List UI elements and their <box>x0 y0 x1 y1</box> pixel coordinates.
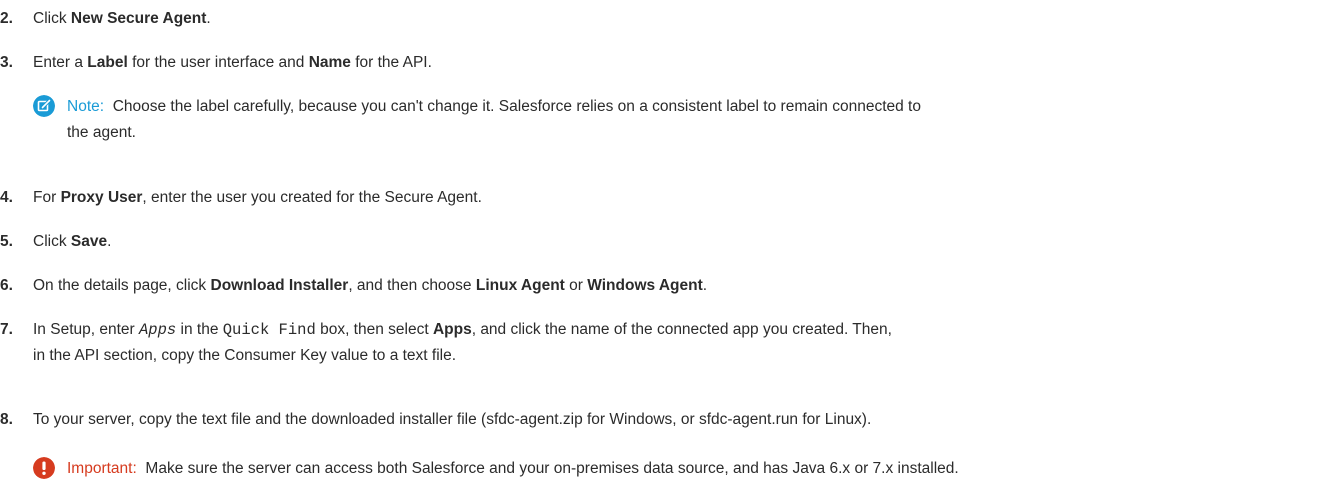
note-body: Choose the label carefully, because you … <box>112 98 921 115</box>
step-number: 2. <box>0 10 13 27</box>
note-text: Note: Choose the label carefully, becaus… <box>67 94 1303 146</box>
step-text-part: Click <box>33 233 71 250</box>
step-text: Click New Secure Agent. <box>33 6 1305 32</box>
step-text-part: for the API. <box>350 54 432 71</box>
step-text-part: To your server, copy the text file and t… <box>33 411 872 428</box>
step-number: 3. <box>0 54 13 71</box>
bold-term: Label <box>87 54 128 71</box>
important-label: Important: <box>67 460 137 477</box>
step-text-part: , and click the name of the connected ap… <box>471 321 892 338</box>
bold-term: Linux Agent <box>475 277 565 294</box>
step-3: 3. Enter a Label for the user interface … <box>0 50 1305 76</box>
code-term: Apps <box>139 321 177 339</box>
step-text: On the details page, click Download Inst… <box>33 273 1305 299</box>
step-number: 5. <box>0 233 13 250</box>
step-text-part: . <box>206 10 211 27</box>
bold-term: Name <box>308 54 351 71</box>
bold-term: Save <box>70 233 108 250</box>
warning-icon <box>33 457 55 479</box>
step-text-part: for the user interface and <box>127 54 309 71</box>
step-text-part: . <box>702 277 708 294</box>
step-text-part: or <box>564 277 588 294</box>
step-text: Enter a Label for the user interface and… <box>33 50 1305 76</box>
note-body: the agent. <box>67 124 136 141</box>
important-callout: Important: Make sure the server can acce… <box>33 456 1303 482</box>
step-number: 7. <box>0 321 13 338</box>
bold-term: Apps <box>432 321 472 338</box>
step-number: 4. <box>0 189 13 206</box>
step-2: 2. Click New Secure Agent. <box>0 6 1305 32</box>
important-text: Important: Make sure the server can acce… <box>67 456 1303 482</box>
step-text-part: , and then choose <box>348 277 476 294</box>
step-text: To your server, copy the text file and t… <box>33 407 1305 433</box>
step-number: 8. <box>0 411 13 428</box>
step-4: 4. For Proxy User, enter the user you cr… <box>0 185 1305 211</box>
step-text-part: . <box>107 233 112 250</box>
code-term: Quick Find <box>222 321 316 339</box>
step-text-part: in the <box>176 321 223 338</box>
important-body: Make sure the server can access both Sal… <box>145 460 959 477</box>
step-8: 8. To your server, copy the text file an… <box>0 407 1305 433</box>
step-text-part: On the details page, click <box>33 277 211 294</box>
note-label: Note: <box>67 98 105 115</box>
step-text-part: In Setup, enter <box>33 321 139 338</box>
document-page: 2. Click New Secure Agent. 3. Enter a La… <box>0 0 1317 502</box>
step-5: 5. Click Save. <box>0 229 1305 255</box>
step-text-part: , enter the user you created for the Sec… <box>142 189 482 206</box>
step-6: 6. On the details page, click Download I… <box>0 273 1305 299</box>
step-text-part: Enter a <box>33 54 88 71</box>
step-7: 7. In Setup, enter Apps in the Quick Fin… <box>0 317 1305 369</box>
step-text: For Proxy User, enter the user you creat… <box>33 185 1305 211</box>
bold-term: Proxy User <box>60 189 143 206</box>
step-text: In Setup, enter Apps in the Quick Find b… <box>33 317 1305 369</box>
bold-term: Download Installer <box>210 277 349 294</box>
step-text-part: Click <box>33 10 71 27</box>
step-text-part: For <box>33 189 61 206</box>
step-text-part: box, then select <box>315 321 433 338</box>
note-edit-icon <box>33 95 55 117</box>
step-text-part: in the API section, copy the Consumer Ke… <box>33 347 457 364</box>
bold-term: New Secure Agent <box>70 10 207 27</box>
step-text: Click Save. <box>33 229 1305 255</box>
note-callout: Note: Choose the label carefully, becaus… <box>33 94 1303 146</box>
bold-term: Windows Agent <box>587 277 703 294</box>
step-number: 6. <box>0 277 13 294</box>
